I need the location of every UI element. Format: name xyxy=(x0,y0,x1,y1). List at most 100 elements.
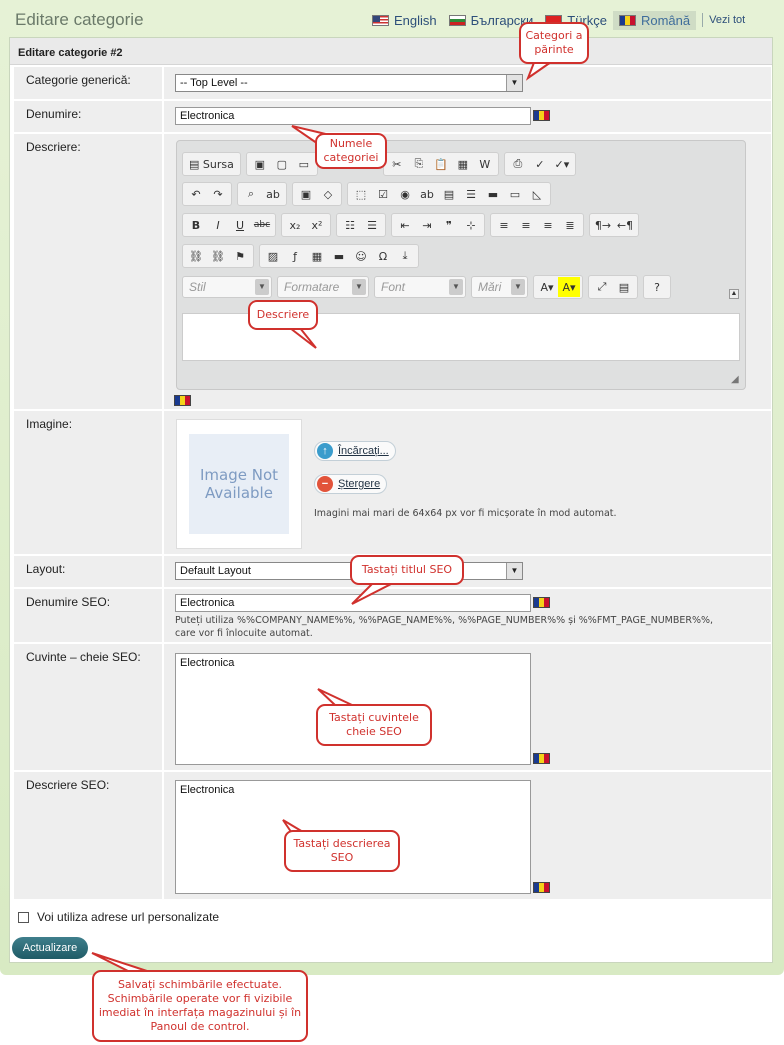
about-icon[interactable]: ? xyxy=(646,277,668,297)
update-button[interactable]: Actualizare xyxy=(12,937,88,959)
chevron-down-icon: ▼ xyxy=(511,279,525,295)
form-icon[interactable]: ⬚ xyxy=(350,184,372,204)
callout-seo-description: Tastați descrierea SEO xyxy=(284,830,400,872)
spellcheck-menu-icon[interactable]: ✓▾ xyxy=(551,154,573,174)
delete-button[interactable]: − Ștergere xyxy=(314,474,388,494)
format-combo[interactable]: Formatare ▼ xyxy=(277,276,369,298)
spellcheck-icon[interactable]: ✓ xyxy=(529,154,551,174)
superscript-icon[interactable]: x² xyxy=(306,215,328,235)
strike-icon[interactable]: abc xyxy=(251,215,273,235)
show-blocks-icon[interactable]: ▤ xyxy=(613,277,635,297)
maximize-icon[interactable]: ⤢ xyxy=(591,277,613,297)
special-char-icon[interactable]: Ω xyxy=(372,246,394,266)
cut-icon[interactable]: ✂ xyxy=(386,154,408,174)
font-combo[interactable]: Font ▼ xyxy=(374,276,466,298)
custom-url-label: Voi utiliza adrese url personalizate xyxy=(37,910,220,924)
copy-icon[interactable]: ⎘ xyxy=(408,154,430,174)
button-field-icon[interactable]: ▬ xyxy=(482,184,504,204)
preview-icon[interactable]: ▭ xyxy=(293,154,315,174)
paste-word-icon[interactable]: W xyxy=(474,154,496,174)
align-left-icon[interactable]: ≡ xyxy=(493,215,515,235)
redo-icon[interactable]: ↷ xyxy=(207,184,229,204)
parent-category-select[interactable]: -- Top Level -- ▼ xyxy=(175,74,523,92)
select-field-icon[interactable]: ☰ xyxy=(460,184,482,204)
page-title: Editare categorie xyxy=(15,10,144,29)
save-icon[interactable]: ▣ xyxy=(249,154,271,174)
anchor-icon[interactable]: ⚑ xyxy=(229,246,251,266)
description-row: Descriere: ▤ Sursa ▣ ▢ ▭ ✂ ⎘ 📋 ▦ W ⎙ ✓ ✓… xyxy=(14,134,771,410)
source-button[interactable]: ▤ Sursa xyxy=(185,154,238,174)
source-icon: ▤ xyxy=(189,157,200,171)
layout-select[interactable]: Default Layout ▼ xyxy=(175,562,523,580)
italic-icon[interactable]: I xyxy=(207,215,229,235)
radio-icon[interactable]: ◉ xyxy=(394,184,416,204)
bold-icon[interactable]: B xyxy=(185,215,207,235)
unlink-icon[interactable]: ⛓ xyxy=(207,246,229,266)
table-icon[interactable]: ▦ xyxy=(306,246,328,266)
font-placeholder: Font xyxy=(381,280,406,294)
description-cell: ▤ Sursa ▣ ▢ ▭ ✂ ⎘ 📋 ▦ W ⎙ ✓ ✓▾ ↶ ↷ ⌕ ab … xyxy=(162,134,771,410)
ltr-icon[interactable]: ¶→ xyxy=(592,215,614,235)
layout-value: Default Layout xyxy=(180,565,251,577)
textfield-icon[interactable]: ab xyxy=(416,184,438,204)
align-center-icon[interactable]: ≡ xyxy=(515,215,537,235)
blockquote-icon[interactable]: ❞ xyxy=(438,215,460,235)
outdent-icon[interactable]: ⇤ xyxy=(394,215,416,235)
bg-color-icon[interactable]: A▾ xyxy=(558,277,580,297)
subscript-icon[interactable]: x₂ xyxy=(284,215,306,235)
new-page-icon[interactable]: ▢ xyxy=(271,154,293,174)
view-all-link[interactable]: Vezi tot xyxy=(709,14,745,26)
upload-button[interactable]: ↑ Încărcați... xyxy=(314,441,396,461)
numbered-list-icon[interactable]: ☷ xyxy=(339,215,361,235)
name-row: Denumire: Electronica xyxy=(14,101,771,133)
text-color-icon[interactable]: A▾ xyxy=(536,277,558,297)
textarea-icon[interactable]: ▤ xyxy=(438,184,460,204)
find-icon[interactable]: ⌕ xyxy=(240,184,262,204)
smiley-icon[interactable]: ☺ xyxy=(350,246,372,266)
underline-icon[interactable]: U xyxy=(229,215,251,235)
collapse-toolbar-icon[interactable]: ▲ xyxy=(729,289,739,299)
page-break-icon[interactable]: ⤓ xyxy=(394,246,416,266)
image-cell: Image Not Available ↑ Încărcați... − Ște… xyxy=(162,411,771,555)
indent-icon[interactable]: ⇥ xyxy=(416,215,438,235)
select-all-icon[interactable]: ▣ xyxy=(295,184,317,204)
ro-flag-icon xyxy=(533,753,550,764)
seo-keywords-cell: Electronica xyxy=(162,644,771,771)
layout-cell: Default Layout ▼ xyxy=(162,556,771,588)
image-row: Imagine: Image Not Available ↑ Încărcați… xyxy=(14,411,771,555)
style-combo[interactable]: Stil ▼ xyxy=(182,276,272,298)
seo-name-input[interactable]: Electronica xyxy=(175,594,531,612)
image-button-icon[interactable]: ▭ xyxy=(504,184,526,204)
name-input[interactable]: Electronica xyxy=(175,107,531,125)
div-icon[interactable]: ⊹ xyxy=(460,215,482,235)
edit-panel: Editare categorie #2 Categorie generică:… xyxy=(9,37,773,963)
paste-icon[interactable]: 📋 xyxy=(430,154,452,174)
bg-flag-icon xyxy=(448,14,466,26)
upload-icon: ↑ xyxy=(317,443,333,459)
seo-description-cell: Electronica xyxy=(162,772,771,900)
horizontal-rule-icon[interactable]: ▬ xyxy=(328,246,350,266)
image-label: Imagine: xyxy=(14,411,162,555)
image-icon[interactable]: ▨ xyxy=(262,246,284,266)
replace-icon[interactable]: ab xyxy=(262,184,284,204)
size-combo[interactable]: Mări ▼ xyxy=(471,276,528,298)
lang-romanian[interactable]: Română xyxy=(612,10,697,30)
bullet-list-icon[interactable]: ☰ xyxy=(361,215,383,235)
custom-url-checkbox[interactable] xyxy=(18,911,29,923)
resize-handle-icon[interactable]: ◢ xyxy=(731,375,741,385)
checkbox-icon[interactable]: ☑ xyxy=(372,184,394,204)
paste-text-icon[interactable]: ▦ xyxy=(452,154,474,174)
align-right-icon[interactable]: ≡ xyxy=(537,215,559,235)
rtl-icon[interactable]: ←¶ xyxy=(614,215,636,235)
eraser-icon[interactable]: ◇ xyxy=(317,184,339,204)
align-justify-icon[interactable]: ≣ xyxy=(559,215,581,235)
flash-icon[interactable]: ƒ xyxy=(284,246,306,266)
undo-icon[interactable]: ↶ xyxy=(185,184,207,204)
hidden-field-icon[interactable]: ◺ xyxy=(526,184,548,204)
editor-toolbar-row-5: Stil ▼ Formatare ▼ Font ▼ Mări ▼ A▾ A▾ ⤢ ▤ ? xyxy=(182,275,676,299)
source-label: Sursa xyxy=(202,157,234,171)
print-icon[interactable]: ⎙ xyxy=(507,154,529,174)
seo-name-cell: Electronica Puteți utiliza %%COMPANY_NAM… xyxy=(162,589,771,643)
link-icon[interactable]: ⛓ xyxy=(185,246,207,266)
lang-english[interactable]: English xyxy=(366,11,443,30)
